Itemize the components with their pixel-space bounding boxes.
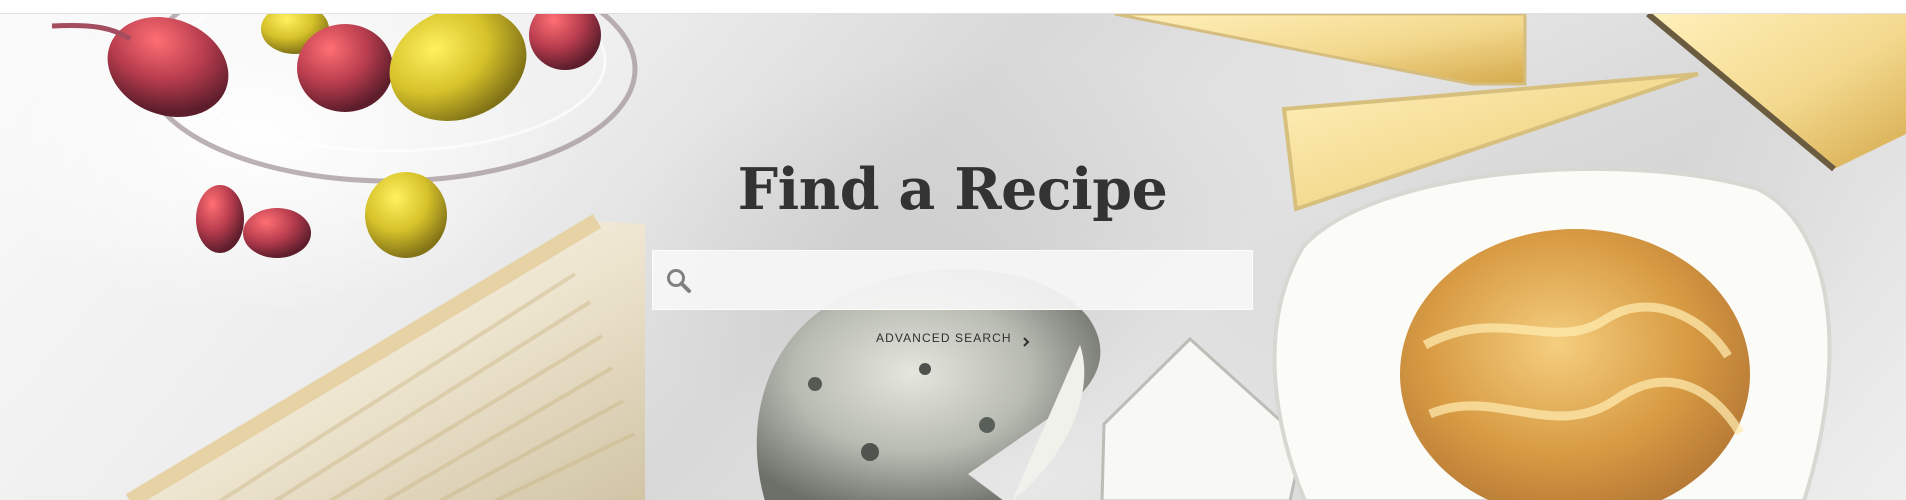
- brie-wedge: [125, 214, 645, 500]
- recipe-search-box[interactable]: [652, 250, 1253, 310]
- search-icon[interactable]: [664, 266, 694, 296]
- recipe-search-input[interactable]: [705, 251, 1240, 309]
- wrapped-cheese: [1272, 166, 1832, 500]
- recipe-hero: Find a Recipe ADVANCED SEARCH: [0, 13, 1906, 500]
- advanced-search-link[interactable]: ADVANCED SEARCH: [876, 328, 1030, 348]
- chevron-right-icon: [1022, 333, 1030, 347]
- page-title: Find a Recipe: [737, 156, 1168, 223]
- recipe-search-panel: Find a Recipe ADVANCED SEARCH: [652, 142, 1253, 362]
- advanced-search-label: ADVANCED SEARCH: [876, 331, 1012, 345]
- recipe-search-page: Find a Recipe ADVANCED SEARCH: [0, 0, 1906, 500]
